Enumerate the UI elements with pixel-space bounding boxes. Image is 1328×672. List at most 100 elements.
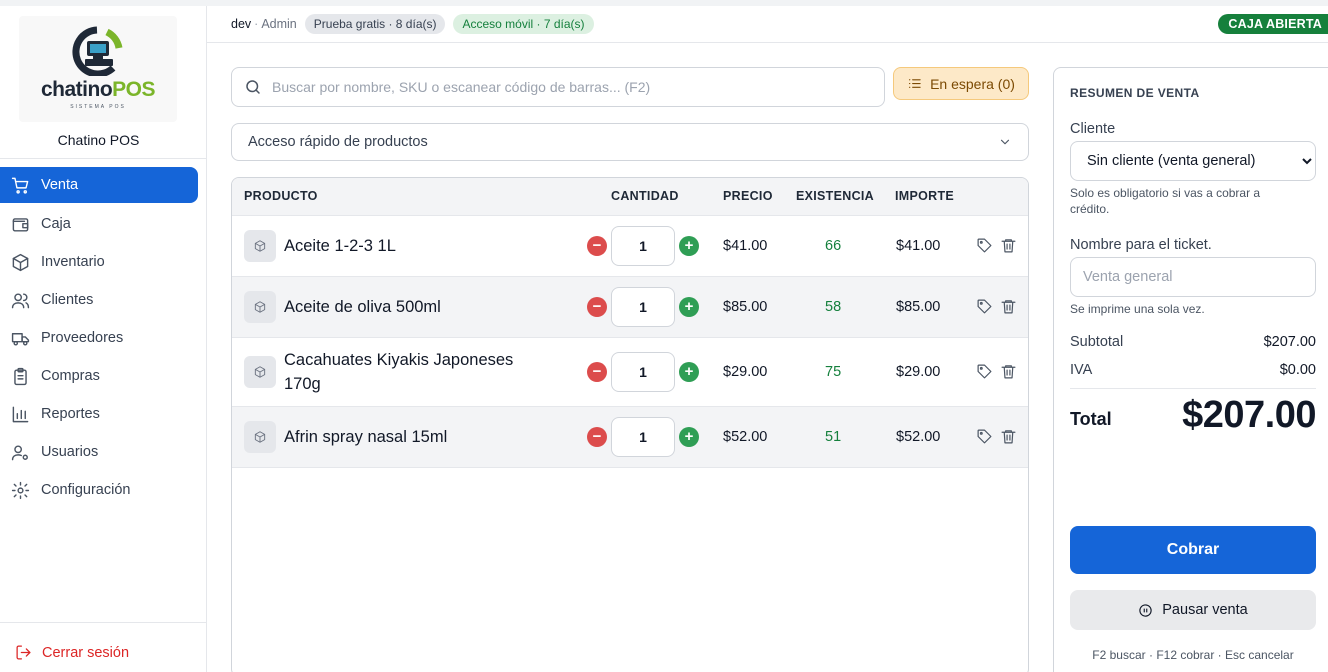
pause-icon: [1139, 603, 1152, 617]
logo[interactable]: chatinoPOS SISTEMA POS: [19, 16, 177, 122]
price-cell: $29.00: [723, 364, 768, 380]
price-cell: $41.00: [723, 238, 768, 254]
ticket-label: Nombre para el ticket.: [1070, 237, 1212, 253]
client-select[interactable]: Sin cliente (venta general): [1070, 141, 1316, 181]
sidebar-item-compras[interactable]: Compras: [0, 357, 198, 395]
increase-qty-button[interactable]: +: [679, 427, 699, 447]
trash-icon[interactable]: [1000, 428, 1017, 445]
logout-icon: [16, 645, 31, 660]
tag-icon[interactable]: [976, 363, 993, 380]
subtotal-value: $207.00: [1263, 334, 1316, 350]
summary-title: RESUMEN DE VENTA: [1070, 86, 1200, 100]
sidebar-item-label: Caja: [41, 216, 71, 232]
sidebar-nav: Venta Caja Inventario Clientes Proveedor…: [0, 167, 206, 509]
clipboard-icon: [14, 367, 27, 385]
decrease-qty-button[interactable]: −: [587, 297, 607, 317]
stock-cell: 51: [825, 429, 842, 445]
iva-row: IVA $0.00: [1070, 362, 1316, 378]
sidebar-item-inventario[interactable]: Inventario: [0, 243, 198, 281]
subtotal-label: Subtotal: [1070, 334, 1124, 350]
sidebar-item-label: Reportes: [41, 406, 100, 422]
amount-cell: $29.00: [896, 364, 941, 380]
iva-value: $0.00: [1279, 362, 1316, 378]
product-thumb: [244, 291, 276, 323]
search-input[interactable]: [272, 79, 862, 95]
client-label: Cliente: [1070, 121, 1116, 137]
sidebar-item-venta[interactable]: Venta: [0, 167, 198, 203]
product-thumb: [244, 230, 276, 262]
subtotal-row: Subtotal $207.00: [1070, 334, 1316, 350]
tag-icon[interactable]: [976, 428, 993, 445]
product-thumb: [244, 421, 276, 453]
logo-wordmark: chatinoPOS: [40, 78, 156, 101]
ticket-name-input[interactable]: [1070, 257, 1316, 297]
quick-access-label: Acceso rápido de productos: [248, 134, 428, 150]
increase-qty-button[interactable]: +: [679, 362, 699, 382]
quantity-input[interactable]: [611, 226, 675, 266]
quantity-input[interactable]: [611, 287, 675, 327]
sidebar-item-label: Venta: [41, 177, 79, 193]
table-row: Afrin spray nasal 15ml − + $52.00 51 $52…: [232, 406, 1028, 467]
amount-cell: $52.00: [896, 429, 941, 445]
sidebar-item-configuracion[interactable]: Configuración: [0, 471, 198, 509]
decrease-qty-button[interactable]: −: [587, 236, 607, 256]
decrease-qty-button[interactable]: −: [587, 362, 607, 382]
col-amount: IMPORTE: [895, 189, 955, 203]
sidebar-item-usuarios[interactable]: Usuarios: [0, 433, 198, 471]
on-hold-label: En espera (0): [930, 75, 1015, 92]
col-product: PRODUCTO: [244, 189, 318, 203]
logout-button[interactable]: Cerrar sesión: [15, 644, 129, 661]
cash-status-badge: CAJA ABIERTA: [1218, 14, 1328, 34]
stock-cell: 66: [825, 238, 842, 254]
stock-cell: 58: [825, 299, 842, 315]
trial-badge: Prueba gratis · 8 día(s): [304, 14, 446, 34]
cart-icon: [11, 177, 29, 194]
mobile-access-badge: Acceso móvil · 7 día(s): [453, 14, 594, 34]
chevron-down-icon: [1000, 139, 1010, 145]
pause-sale-button[interactable]: Pausar venta: [1070, 590, 1316, 630]
user-cog-icon: [11, 444, 28, 460]
logo-subtitle: SISTEMA POS: [70, 104, 126, 110]
product-search[interactable]: [231, 67, 885, 107]
search-icon: [246, 80, 260, 94]
quick-access-dropdown[interactable]: Acceso rápido de productos: [231, 123, 1029, 161]
logout-label: Cerrar sesión: [42, 644, 130, 661]
truck-icon: [11, 332, 30, 346]
product-name: Aceite 1-2-3 1L: [284, 237, 396, 255]
trash-icon[interactable]: [1000, 363, 1017, 380]
tag-icon[interactable]: [976, 298, 993, 315]
cart-table: PRODUCTO CANTIDAD PRECIO EXISTENCIA IMPO…: [231, 177, 1029, 672]
price-cell: $52.00: [723, 429, 768, 445]
increase-qty-button[interactable]: +: [679, 236, 699, 256]
sidebar-item-caja[interactable]: Caja: [0, 205, 198, 243]
total-value: $207.00: [1182, 394, 1316, 436]
pause-sale-label: Pausar venta: [1162, 602, 1248, 618]
increase-qty-button[interactable]: +: [679, 297, 699, 317]
table-header: PRODUCTO CANTIDAD PRECIO EXISTENCIA IMPO…: [232, 178, 1028, 215]
quantity-input[interactable]: [611, 417, 675, 457]
stock-cell: 75: [825, 364, 842, 380]
sidebar-item-label: Configuración: [41, 482, 131, 498]
sidebar-item-clientes[interactable]: Clientes: [0, 281, 198, 319]
table-divider: [232, 467, 1028, 468]
header-separator: ·: [254, 17, 259, 31]
charge-button[interactable]: Cobrar: [1070, 526, 1316, 574]
keyboard-shortcuts: F2 buscar · F12 cobrar · Esc cancelar: [1092, 648, 1294, 662]
product-thumb: [244, 356, 276, 388]
tag-icon[interactable]: [976, 237, 993, 254]
brand-name: Chatino POS: [57, 132, 140, 148]
quantity-input[interactable]: [611, 352, 675, 392]
sidebar-item-proveedores[interactable]: Proveedores: [0, 319, 198, 357]
sidebar-item-label: Compras: [41, 368, 100, 384]
trash-icon[interactable]: [1000, 237, 1017, 254]
sidebar-item-label: Clientes: [41, 292, 94, 308]
on-hold-button[interactable]: En espera (0): [893, 67, 1029, 100]
user-role: Admin: [261, 17, 297, 31]
decrease-qty-button[interactable]: −: [587, 427, 607, 447]
trash-icon[interactable]: [1000, 298, 1017, 315]
sidebar-item-reportes[interactable]: Reportes: [0, 395, 198, 433]
col-quantity: CANTIDAD: [611, 189, 679, 203]
amount-cell: $41.00: [896, 238, 941, 254]
summary-divider: [1070, 388, 1316, 389]
product-name: Cacahuates Kiyakis Japoneses 170g: [284, 351, 514, 393]
